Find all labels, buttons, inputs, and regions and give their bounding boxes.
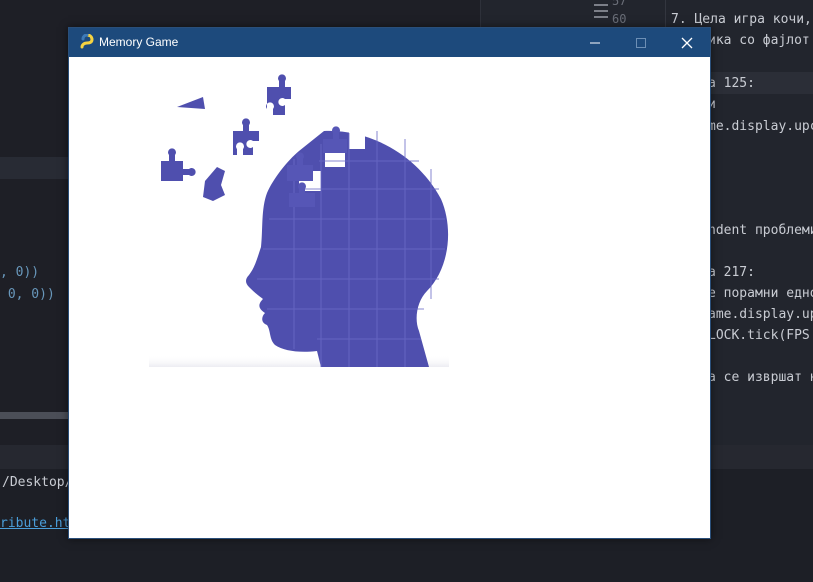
note-line: е порамни едно xyxy=(708,286,813,301)
code-line: , 0)) xyxy=(0,265,40,280)
pygame-snake-icon xyxy=(80,34,94,49)
note-line: ика со фајлот xyxy=(708,33,810,48)
window-title: Memory Game xyxy=(99,35,179,49)
maximize-icon xyxy=(636,37,646,48)
menu-icon[interactable] xyxy=(594,4,608,22)
close-icon xyxy=(681,37,693,48)
note-line: LOCK.tick(FPS xyxy=(708,328,810,343)
head-puzzle-illustration xyxy=(149,74,449,367)
floating-puzzle-piece xyxy=(233,118,259,155)
note-line: а се извршат н xyxy=(708,370,813,385)
horizontal-scrollbar[interactable] xyxy=(0,412,70,419)
maximize-button[interactable] xyxy=(618,28,664,57)
head-puzzle-piece xyxy=(323,126,347,153)
memory-game-window: Memory Game xyxy=(68,27,711,539)
note-line: а 217: xyxy=(708,265,755,280)
line-number: 60 xyxy=(612,12,627,26)
line-number: 57 xyxy=(612,0,627,8)
game-canvas[interactable] xyxy=(69,57,710,538)
note-line: ndent проблеми xyxy=(708,223,813,238)
floating-puzzle-piece xyxy=(177,97,205,109)
close-button[interactable] xyxy=(664,28,710,57)
terminal-path: /Desktop/ xyxy=(2,475,73,490)
floating-puzzle-piece xyxy=(161,148,196,181)
window-titlebar[interactable]: Memory Game xyxy=(69,28,710,57)
note-line: ame.display.up xyxy=(708,307,813,322)
code-line: 0, 0)) xyxy=(0,287,55,302)
floating-puzzle-piece xyxy=(203,167,225,201)
floating-puzzle-piece xyxy=(266,74,291,115)
note-line: а 125: xyxy=(708,76,755,91)
terminal-link[interactable]: ribute.ht xyxy=(0,515,70,533)
minimize-icon xyxy=(590,42,600,43)
note-line: me.display.upc xyxy=(708,119,813,134)
minimize-button[interactable] xyxy=(572,28,618,57)
missing-piece-gap xyxy=(349,131,365,149)
